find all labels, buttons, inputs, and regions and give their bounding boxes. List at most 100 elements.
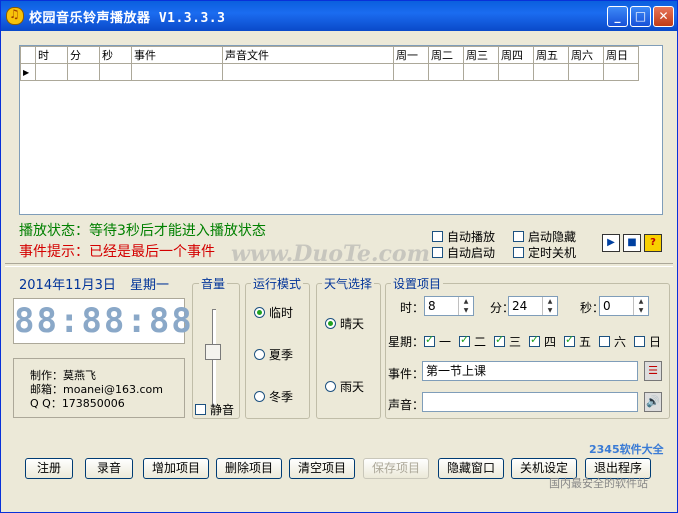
checkbox-box[interactable] [195,404,206,415]
grid-col-minute[interactable]: 分 [67,46,100,64]
grid-col-sound-file[interactable]: 声音文件 [222,46,394,64]
grid-cell[interactable] [603,63,639,81]
help-button[interactable]: ? [644,234,662,252]
grid-cell[interactable] [222,63,394,81]
grid-col-sat[interactable]: 周六 [568,46,604,64]
hide-window-button[interactable]: 隐藏窗口 [438,458,504,479]
weekday-fri-checkbox[interactable]: 五 [564,333,591,350]
grid-col-wed[interactable]: 周三 [463,46,499,64]
maximize-button[interactable]: □ [630,6,651,27]
checkbox-box[interactable] [599,336,610,347]
spinner-arrows-icon[interactable]: ▲ ▼ [542,297,557,315]
settings-legend: 设置项目 [391,275,444,292]
weather-rainy-radio[interactable]: 雨天 [325,378,364,395]
grid-cell[interactable] [67,63,100,81]
radio-dot[interactable] [254,391,265,402]
grid-cell[interactable] [428,63,464,81]
spinner-arrows-icon[interactable]: ▲ ▼ [458,297,473,315]
grid-header-row: 时 分 秒 事件 声音文件 周一 周二 周三 周四 周五 周六 周日 [20,46,639,64]
mode-summer-radio[interactable]: 夏季 [254,346,293,363]
mode-winter-radio[interactable]: 冬季 [254,388,293,405]
radio-dot[interactable] [254,349,265,360]
checkbox-box[interactable] [424,333,435,347]
mute-checkbox[interactable]: 静音 [195,401,234,418]
spinner-arrows-icon[interactable]: ▲ ▼ [633,297,648,315]
start-hidden-checkbox[interactable]: 启动隐藏 [513,228,576,245]
add-item-button[interactable]: 增加项目 [143,458,209,479]
grid-col-tue[interactable]: 周二 [428,46,464,64]
weekday-sun-checkbox[interactable]: 日 [634,333,661,350]
mode-temporary-radio[interactable]: 临时 [254,304,293,321]
radio-dot[interactable] [325,318,336,329]
sound-browse-button[interactable]: 🔊 [644,392,662,412]
stop-button[interactable]: ■ [623,234,641,252]
grid-col-event[interactable]: 事件 [131,46,223,64]
weather-sunny-label: 晴天 [340,317,365,331]
checkbox-box[interactable] [513,231,524,242]
grid-cell[interactable] [131,63,223,81]
weekday-sat-label: 六 [614,335,627,349]
grid-col-sun[interactable]: 周日 [603,46,639,64]
checkbox-box[interactable] [529,333,540,347]
table-row[interactable]: ▶ [20,63,639,81]
grid-cell[interactable] [393,63,429,81]
weekday-thu-checkbox[interactable]: 四 [529,333,556,350]
title-bar[interactable]: 校园音乐铃声播放器 V1.3.3.3 _ □ ✕ [1,1,677,31]
radio-dot[interactable] [325,381,336,392]
grid-cell[interactable] [463,63,499,81]
weekday-mon-checkbox[interactable]: 一 [424,333,451,350]
weekday-tue-checkbox[interactable]: 二 [459,333,486,350]
auto-start-checkbox[interactable]: 自动启动 [432,244,495,261]
clear-items-button[interactable]: 清空项目 [289,458,355,479]
grid-cell[interactable] [568,63,604,81]
schedule-grid[interactable]: 时 分 秒 事件 声音文件 周一 周二 周三 周四 周五 周六 周日 ▶ [19,45,663,215]
grid-cell[interactable] [498,63,534,81]
grid-col-second[interactable]: 秒 [99,46,132,64]
app-music-icon [6,7,24,25]
timed-shutdown-checkbox[interactable]: 定时关机 [513,244,576,261]
checkbox-box[interactable] [459,333,470,347]
checkbox-box[interactable] [634,336,645,347]
grid-cell[interactable] [35,63,68,81]
checkbox-box[interactable] [494,333,505,347]
hour-spinner[interactable]: 8 ▲ ▼ [424,296,474,316]
sound-input[interactable] [422,392,638,412]
weekday-wed-checkbox[interactable]: 三 [494,333,521,350]
close-button[interactable]: ✕ [653,6,674,27]
run-mode-legend: 运行模式 [251,275,304,292]
play-button[interactable]: ▶ [602,234,620,252]
weather-group: 天气选择 晴天 雨天 [316,275,381,419]
grid-cell[interactable] [99,63,132,81]
checkbox-box[interactable] [564,333,575,347]
event-input[interactable]: 第一节上课 [422,361,638,381]
checkbox-box[interactable] [432,247,443,258]
mode-summer-label: 夏季 [269,348,294,362]
checkbox-box[interactable] [513,247,524,258]
save-items-button[interactable]: 保存项目 [363,458,429,479]
weather-sunny-radio[interactable]: 晴天 [325,315,364,332]
weather-rainy-label: 雨天 [340,380,365,394]
volume-group: 音量 静音 [192,275,240,419]
radio-dot[interactable] [254,307,265,318]
site-2345-watermark: 2345软件大全 国内最安全的软件站 [549,439,674,494]
checkbox-box[interactable] [432,231,443,242]
event-list-button[interactable]: ☰ [644,361,662,381]
grid-col-thu[interactable]: 周四 [498,46,534,64]
grid-col-mon[interactable]: 周一 [393,46,429,64]
site-2345-title: 2345软件大全 [589,443,664,456]
play-icon: ▶ [607,237,615,248]
weekday-text: 星期一 [130,278,170,293]
sound-label: 声音： [388,398,425,412]
weekday-sat-checkbox[interactable]: 六 [599,333,626,350]
minute-spinner[interactable]: 24 ▲ ▼ [508,296,558,316]
delete-item-button[interactable]: 删除项目 [216,458,282,479]
grid-col-fri[interactable]: 周五 [533,46,569,64]
minimize-button[interactable]: _ [607,6,628,27]
auto-play-checkbox[interactable]: 自动播放 [432,228,495,245]
record-button[interactable]: 录音 [85,458,133,479]
register-button[interactable]: 注册 [25,458,73,479]
grid-col-hour[interactable]: 时 [35,46,68,64]
volume-slider-thumb[interactable] [205,344,221,360]
grid-cell[interactable] [533,63,569,81]
second-spinner[interactable]: 0 ▲ ▼ [599,296,649,316]
